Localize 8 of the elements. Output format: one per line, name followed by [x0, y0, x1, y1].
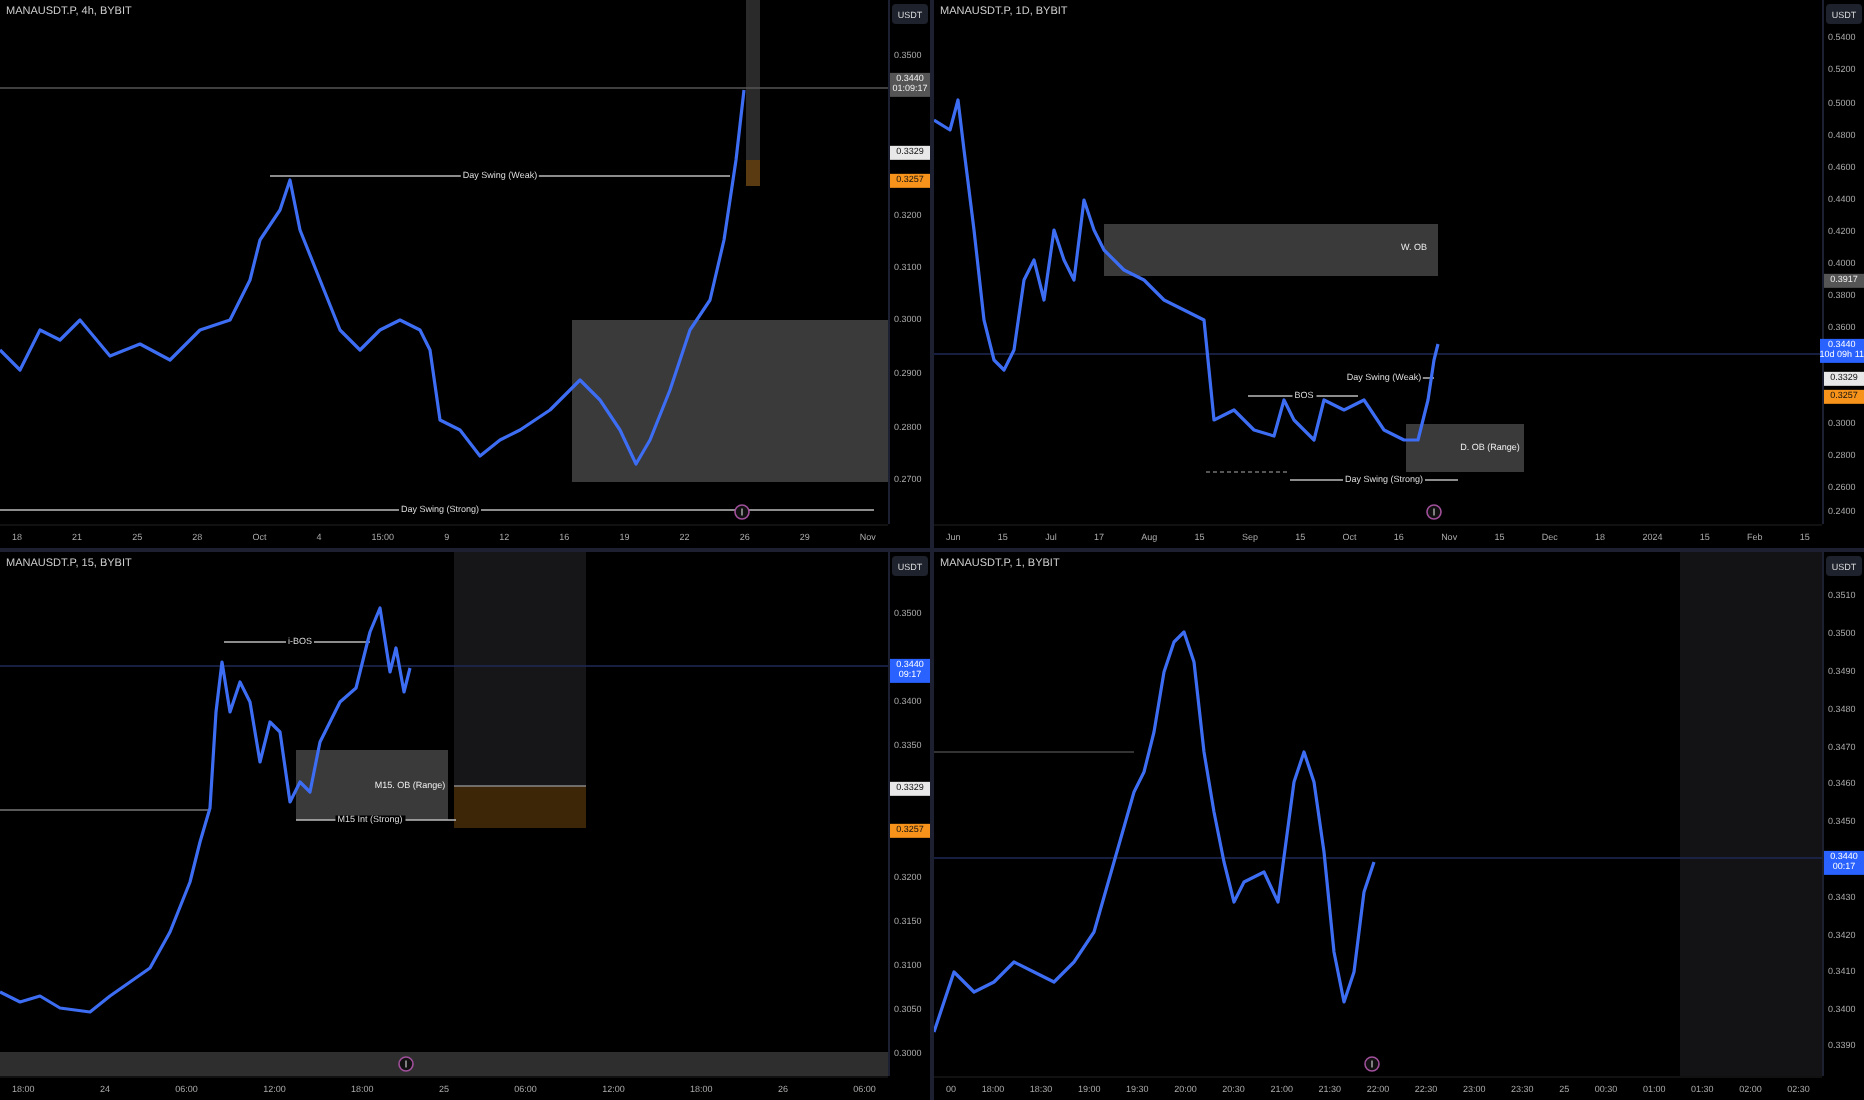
event-marker-icon[interactable]	[1426, 504, 1442, 520]
shaded-zone	[746, 160, 760, 186]
event-marker-icon[interactable]	[1364, 1056, 1380, 1072]
event-marker-icon[interactable]	[398, 1056, 414, 1072]
event-marker-icon[interactable]	[734, 504, 750, 520]
horizontal-line	[453, 785, 587, 787]
dashed-line	[1205, 471, 1291, 473]
order-block-zone	[1406, 424, 1524, 472]
